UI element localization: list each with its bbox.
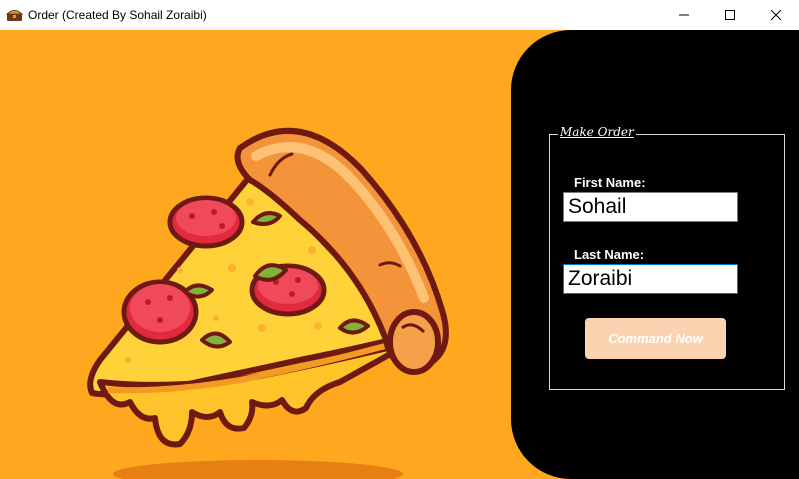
close-button[interactable]	[753, 0, 799, 30]
maximize-icon	[725, 10, 735, 20]
command-now-label: Command Now	[608, 331, 703, 346]
title-bar: Order (Created By Sohail Zoraibi)	[0, 0, 799, 30]
maximize-button[interactable]	[707, 0, 753, 30]
minimize-button[interactable]	[661, 0, 707, 30]
last-name-input[interactable]	[563, 264, 738, 294]
last-name-label: Last Name:	[574, 247, 645, 262]
minimize-icon	[679, 14, 689, 16]
first-name-label: First Name:	[574, 175, 646, 190]
window-title: Order (Created By Sohail Zoraibi)	[28, 8, 207, 22]
groupbox-title: Make Order	[558, 125, 636, 139]
command-now-button[interactable]: Command Now	[585, 318, 726, 359]
first-name-input[interactable]	[563, 192, 738, 222]
pizza-slice-illustration	[87, 127, 449, 479]
pizza-chest-icon	[6, 10, 23, 21]
close-icon	[771, 10, 781, 20]
